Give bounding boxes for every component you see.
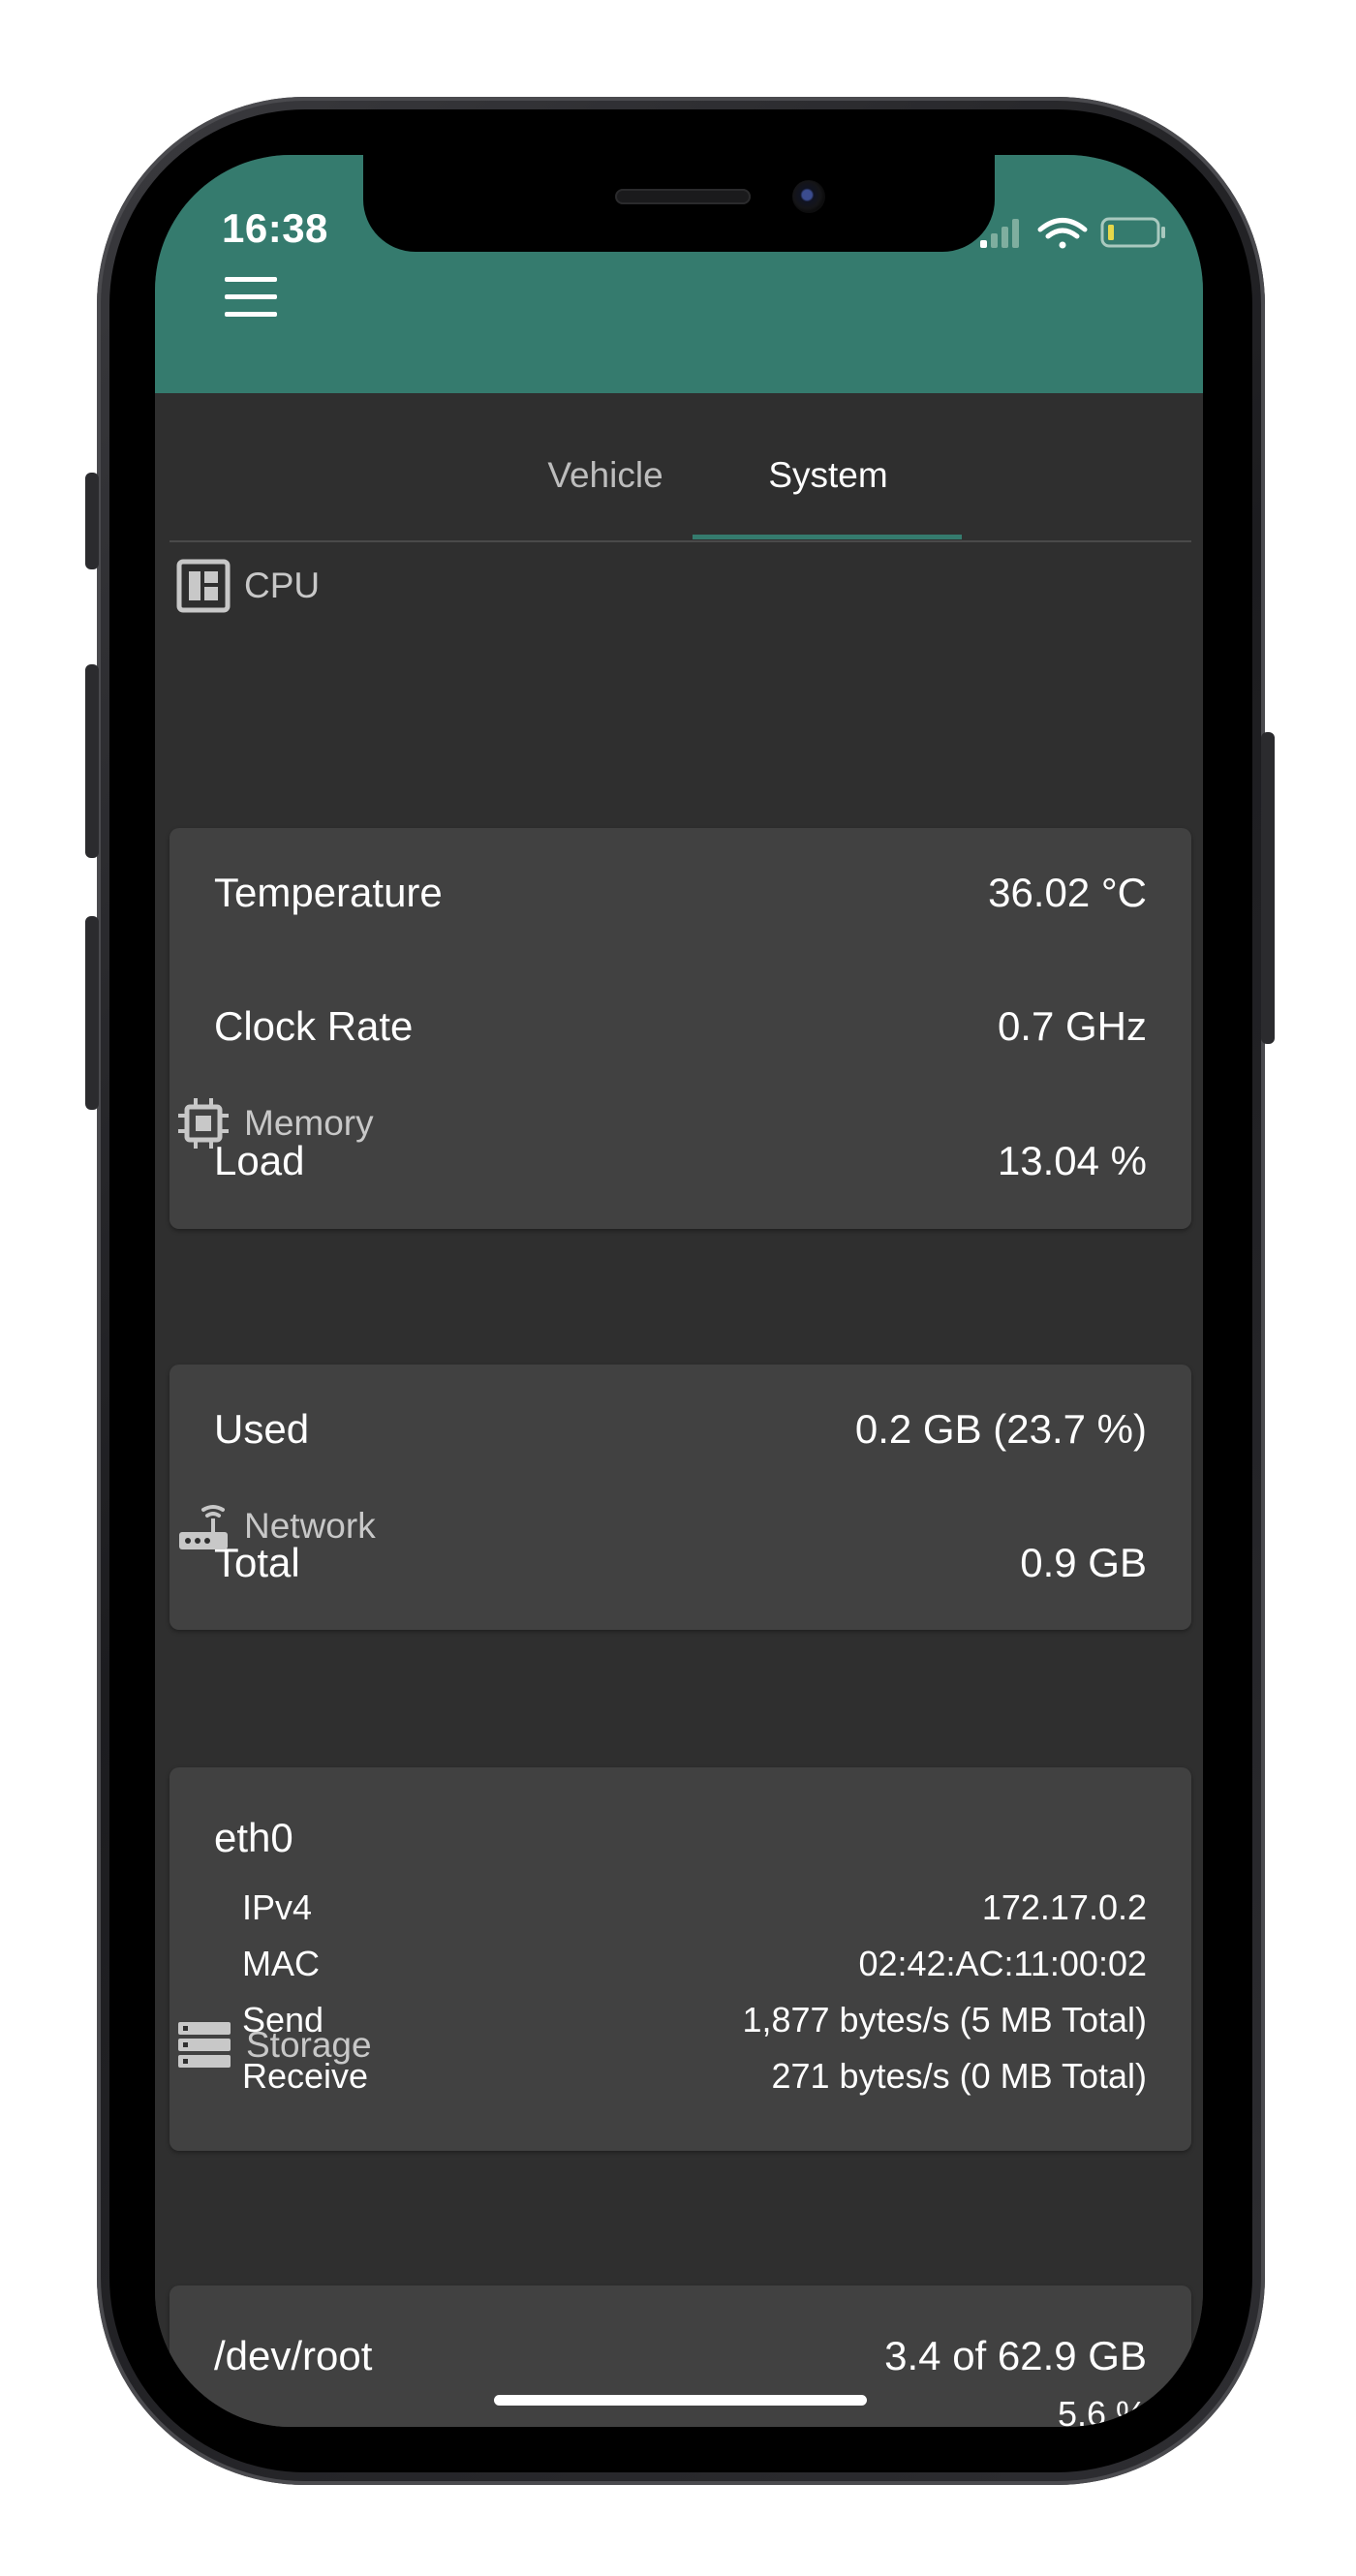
row-value: 1,877 bytes/s (5 MB Total) xyxy=(742,2000,1147,2039)
row-label: IPv4 xyxy=(242,1887,313,1927)
row-label: Used xyxy=(214,1406,310,1452)
battery-icon xyxy=(1100,217,1165,248)
row-value: 36.02 °C xyxy=(988,870,1147,915)
row-value: 271 bytes/s (0 MB Total) xyxy=(771,2056,1147,2096)
volume-down-button xyxy=(85,916,99,1110)
row-value: 172.17.0.2 xyxy=(981,1887,1147,1927)
storage-title: Storage xyxy=(246,2025,372,2065)
front-camera xyxy=(792,180,825,213)
cpu-title: CPU xyxy=(244,566,321,605)
usage-value: 3.4 of 62.9 GB xyxy=(884,2333,1147,2378)
interface-label: eth0 xyxy=(214,1815,293,1860)
tab-active-indicator xyxy=(693,535,962,539)
device-label: /dev/root xyxy=(214,2333,373,2378)
row-label: Clock Rate xyxy=(214,1003,414,1049)
row-value: 0.2 GB (23.7 %) xyxy=(854,1406,1147,1452)
row-value: 0.7 GHz xyxy=(997,1003,1147,1049)
row-label: MAC xyxy=(242,1944,320,1983)
screen: 16:38 Vehicle System CPU Temperature 36.… xyxy=(155,155,1203,2427)
tab-vehicle[interactable]: Vehicle xyxy=(523,455,688,496)
memory-chip-icon xyxy=(178,1098,229,1149)
row-value: 02:42:AC:11:00:02 xyxy=(858,1944,1147,1983)
row-label: Temperature xyxy=(214,870,443,915)
system-content: Vehicle System CPU Temperature 36.02 °C … xyxy=(155,393,1203,2427)
status-icons-svg xyxy=(980,217,1165,249)
network-card: eth0 IPv4 172.17.0.2 MAC 02:42:AC:11:00:… xyxy=(170,1767,1191,2151)
home-indicator[interactable] xyxy=(494,2395,867,2406)
action-button xyxy=(85,473,99,569)
tab-bar: Vehicle System xyxy=(170,393,1191,542)
volume-up-button xyxy=(85,664,99,858)
cpu-icon xyxy=(176,559,231,613)
status-icons xyxy=(980,213,1174,252)
wifi-icon xyxy=(1037,218,1088,249)
memory-title: Memory xyxy=(244,1103,374,1143)
row-value: 13.04 % xyxy=(997,1138,1147,1183)
menu-icon[interactable] xyxy=(225,277,277,318)
storage-section-title: Storage xyxy=(176,2016,372,2074)
tab-system[interactable]: System xyxy=(707,455,949,496)
memory-section-title: Memory xyxy=(176,1094,374,1152)
power-button xyxy=(1261,732,1275,1044)
cpu-card: Temperature 36.02 °C Clock Rate 0.7 GHz … xyxy=(170,828,1191,1229)
network-section-title: Network xyxy=(176,1497,376,1555)
storage-card: /dev/root 3.4 of 62.9 GB 5.6 % xyxy=(170,2285,1191,2427)
percent-value: 5.6 % xyxy=(1057,2394,1147,2427)
router-icon xyxy=(179,1505,228,1549)
status-time: 16:38 xyxy=(222,205,328,251)
row-value: 0.9 GB xyxy=(1020,1540,1147,1585)
cpu-section-title: CPU xyxy=(176,557,320,615)
network-title: Network xyxy=(244,1506,376,1546)
storage-icon xyxy=(178,2022,231,2068)
speaker-grille xyxy=(615,189,751,204)
